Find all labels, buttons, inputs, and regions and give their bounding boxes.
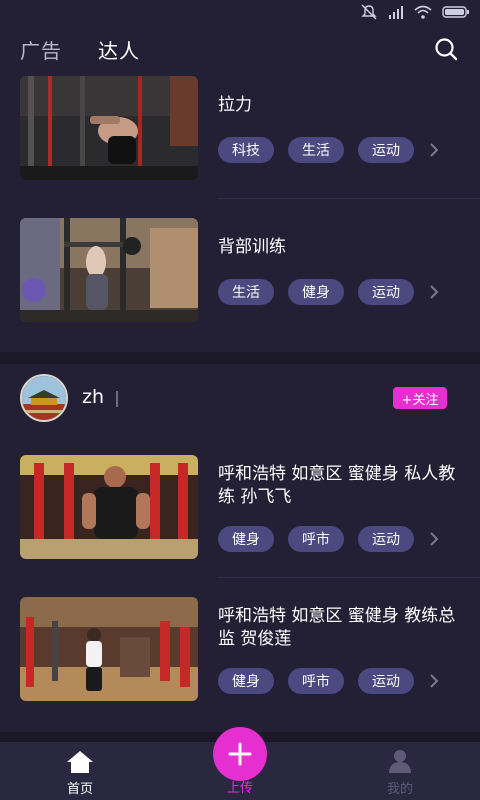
post-title: 拉力	[218, 95, 252, 115]
tag[interactable]: 健身	[218, 526, 274, 552]
home-icon	[67, 751, 93, 773]
user-icon	[389, 750, 411, 773]
gym-machine-trainer-image	[20, 455, 198, 559]
wifi-icon	[414, 5, 432, 19]
list-item[interactable]: 背部训练 生活 健身 运动	[0, 218, 480, 322]
status-bar	[0, 0, 480, 24]
search-icon	[435, 38, 458, 61]
search-button[interactable]	[434, 37, 458, 65]
tag-list: 健身 呼市 运动	[218, 526, 414, 552]
tab-ads[interactable]: 广告	[20, 35, 62, 64]
tag[interactable]: 呼市	[288, 668, 344, 694]
tag[interactable]: 科技	[218, 137, 274, 163]
chevron-right-icon[interactable]	[428, 673, 440, 689]
tag[interactable]: 健身	[288, 279, 344, 305]
battery-icon	[442, 6, 469, 18]
avatar[interactable]	[20, 374, 68, 422]
username[interactable]: zh	[82, 386, 104, 408]
list-item[interactable]: 呼和浩特 如意区 蜜健身 教练总监 贺俊莲 健身 呼市 运动	[0, 597, 480, 701]
tag[interactable]: 运动	[358, 279, 414, 305]
user-header[interactable]: zh +关注	[0, 374, 480, 434]
separator	[116, 391, 118, 407]
post-thumbnail[interactable]	[20, 76, 198, 180]
tag[interactable]: 运动	[358, 668, 414, 694]
divider	[218, 198, 480, 199]
tag-list: 生活 健身 运动	[218, 279, 414, 305]
gym-back-training-image	[20, 218, 198, 322]
mute-icon	[361, 4, 377, 20]
tag-list: 科技 生活 运动	[218, 137, 414, 163]
divider	[218, 577, 480, 578]
post-thumbnail[interactable]	[20, 218, 198, 322]
gym-red-machines-image	[20, 597, 198, 701]
nav-home-label: 首页	[66, 782, 93, 797]
building-avatar-image	[22, 376, 66, 420]
nav-home[interactable]: 首页	[30, 742, 130, 800]
section-divider	[0, 352, 480, 364]
post-title: 呼和浩特 如意区 蜜健身 私人教练 孙飞飞	[218, 464, 456, 507]
tag-list: 健身 呼市 运动	[218, 668, 414, 694]
chevron-right-icon[interactable]	[428, 142, 440, 158]
tag[interactable]: 生活	[218, 279, 274, 305]
gym-cable-pull-image	[20, 76, 198, 180]
top-header: 广告 达人	[0, 24, 480, 74]
tag[interactable]: 生活	[288, 137, 344, 163]
signal-icon	[389, 6, 403, 19]
plus-icon	[228, 742, 252, 766]
tab-experts[interactable]: 达人	[98, 35, 140, 64]
follow-button[interactable]: +关注	[393, 387, 447, 409]
chevron-right-icon[interactable]	[428, 531, 440, 547]
post-title: 呼和浩特 如意区 蜜健身 教练总监 贺俊莲	[218, 606, 456, 649]
tag[interactable]: 呼市	[288, 526, 344, 552]
nav-mine-label: 我的	[386, 782, 413, 797]
list-item[interactable]: 拉力 科技 生活 运动	[0, 76, 480, 180]
list-item[interactable]: 呼和浩特 如意区 蜜健身 私人教练 孙飞飞 健身 呼市 运动	[0, 455, 480, 559]
post-title: 背部训练	[218, 237, 286, 257]
tag[interactable]: 运动	[358, 137, 414, 163]
post-thumbnail[interactable]	[20, 455, 198, 559]
upload-label[interactable]: 上传	[213, 777, 267, 796]
post-thumbnail[interactable]	[20, 597, 198, 701]
upload-button[interactable]	[213, 727, 267, 781]
nav-mine[interactable]: 我的	[350, 742, 450, 800]
tag[interactable]: 健身	[218, 668, 274, 694]
tag[interactable]: 运动	[358, 526, 414, 552]
chevron-right-icon[interactable]	[428, 284, 440, 300]
